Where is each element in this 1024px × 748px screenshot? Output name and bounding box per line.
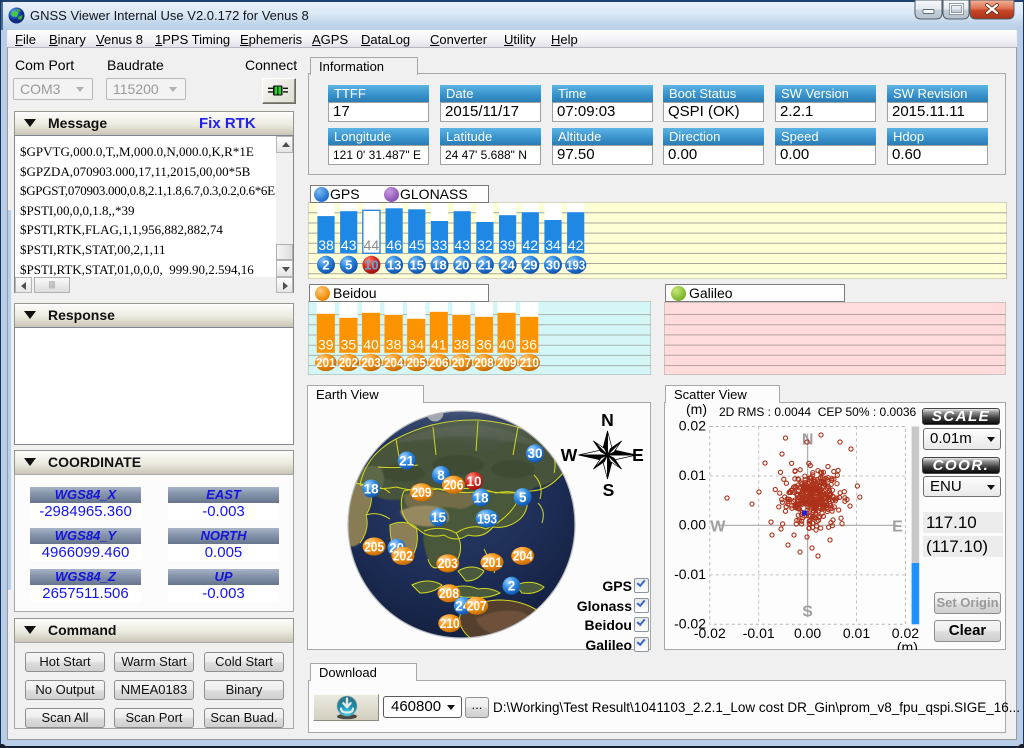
svg-text:41: 41 (431, 337, 447, 353)
svg-text:20: 20 (455, 257, 469, 272)
svg-text:0.00: 0.00 (794, 625, 821, 641)
svg-text:0.01: 0.01 (843, 625, 870, 641)
svg-text:E: E (892, 518, 903, 535)
svg-text:44: 44 (364, 237, 380, 253)
svg-text:34: 34 (408, 337, 424, 353)
svg-text:205: 205 (364, 539, 384, 554)
svg-text:193: 193 (477, 511, 497, 526)
svg-text:5: 5 (345, 257, 352, 272)
svg-text:30: 30 (546, 257, 560, 272)
svg-text:(m): (m) (686, 402, 707, 417)
svg-text:0.01: 0.01 (679, 467, 706, 483)
svg-text:208: 208 (474, 355, 494, 370)
svg-text:18: 18 (364, 481, 380, 496)
svg-text:10: 10 (466, 474, 481, 489)
svg-text:21: 21 (399, 453, 415, 468)
svg-text:204: 204 (513, 549, 533, 564)
svg-text:5: 5 (519, 490, 527, 505)
svg-text:203: 203 (361, 355, 381, 370)
svg-text:202: 202 (393, 549, 413, 564)
svg-text:S: S (603, 480, 615, 500)
svg-text:207: 207 (452, 355, 472, 370)
svg-text:206: 206 (429, 355, 449, 370)
svg-text:39: 39 (500, 237, 516, 253)
svg-text:15: 15 (431, 510, 447, 525)
svg-text:N: N (601, 410, 614, 430)
svg-text:205: 205 (406, 355, 426, 370)
svg-text:S: S (802, 603, 813, 620)
svg-text:38: 38 (454, 337, 470, 353)
svg-text:36: 36 (476, 337, 492, 353)
svg-text:0.00: 0.00 (679, 516, 706, 532)
svg-text:18: 18 (432, 257, 446, 272)
svg-text:-0.02: -0.02 (694, 625, 726, 641)
svg-text:24: 24 (500, 257, 515, 272)
svg-text:210: 210 (519, 355, 539, 370)
svg-text:W: W (561, 445, 578, 465)
svg-text:210: 210 (440, 616, 460, 631)
svg-text:201: 201 (316, 355, 336, 370)
svg-text:40: 40 (499, 337, 515, 353)
svg-text:(m): (m) (897, 639, 918, 650)
svg-text:0.02: 0.02 (679, 418, 706, 434)
svg-text:42: 42 (568, 237, 584, 253)
svg-text:43: 43 (454, 237, 470, 253)
svg-text:193: 193 (566, 257, 585, 272)
svg-text:15: 15 (410, 257, 424, 272)
svg-text:34: 34 (545, 237, 561, 253)
svg-text:36: 36 (521, 337, 537, 353)
svg-text:18: 18 (473, 490, 489, 505)
svg-text:30: 30 (527, 446, 542, 461)
svg-text:35: 35 (341, 337, 357, 353)
svg-text:-0.01: -0.01 (674, 566, 706, 582)
svg-text:2D RMS : 0.0044 CEP 50% : 0.0: 2D RMS : 0.0044 CEP 50% : 0.0036 (719, 405, 917, 419)
svg-text:21: 21 (478, 257, 492, 272)
svg-text:38: 38 (386, 337, 402, 353)
svg-text:45: 45 (409, 237, 425, 253)
svg-text:W: W (710, 518, 726, 535)
svg-text:46: 46 (386, 237, 402, 253)
svg-text:39: 39 (318, 337, 334, 353)
svg-text:202: 202 (339, 355, 359, 370)
svg-text:10: 10 (364, 257, 378, 272)
svg-text:42: 42 (523, 237, 539, 253)
svg-text:38: 38 (318, 237, 334, 253)
svg-text:207: 207 (467, 599, 487, 614)
svg-text:201: 201 (482, 555, 502, 570)
svg-text:E: E (632, 445, 644, 465)
svg-text:2: 2 (508, 579, 516, 594)
svg-text:33: 33 (432, 237, 448, 253)
svg-text:40: 40 (363, 337, 379, 353)
svg-text:206: 206 (443, 478, 463, 493)
svg-text:-0.01: -0.01 (743, 625, 775, 641)
svg-text:43: 43 (341, 237, 357, 253)
svg-text:13: 13 (387, 257, 401, 272)
svg-text:209: 209 (412, 485, 432, 500)
svg-text:29: 29 (523, 257, 537, 272)
svg-text:204: 204 (384, 355, 404, 370)
svg-text:2: 2 (322, 257, 329, 272)
svg-text:32: 32 (477, 237, 493, 253)
svg-text:209: 209 (497, 355, 516, 370)
svg-text:203: 203 (438, 556, 458, 571)
